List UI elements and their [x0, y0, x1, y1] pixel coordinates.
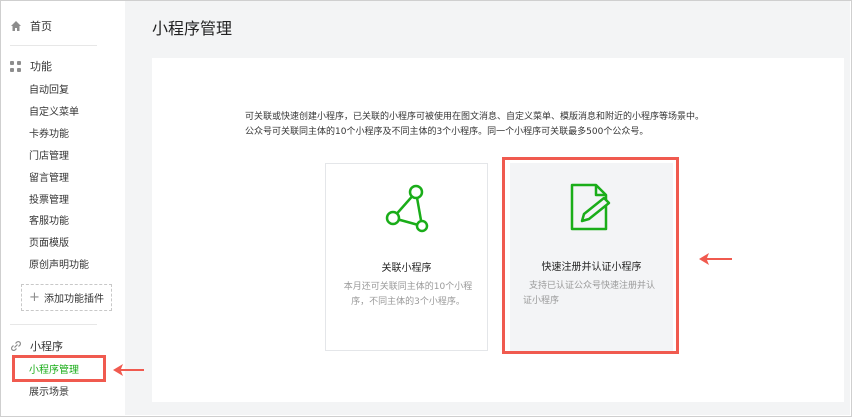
annotation-highlight-box	[12, 355, 106, 382]
sidebar-home-label: 首页	[30, 20, 52, 33]
page-title: 小程序管理	[152, 19, 233, 38]
card-description: 本月还可关联同主体的10个小程 序，不同主体的3个小程序。	[338, 280, 478, 310]
sidebar-section-label: 小程序	[30, 340, 63, 353]
description-line: 公众号可关联同主体的10个小程序及不同主体的3个小程序。同一个小程序可关联最多5…	[245, 127, 649, 137]
sidebar-section-miniprogram[interactable]: 小程序	[10, 337, 63, 355]
link-icon	[11, 341, 21, 351]
annotation-arrow-icon	[699, 253, 732, 265]
annotation-highlight-box	[502, 157, 679, 354]
add-plugin-button[interactable]: + 添加功能插件	[21, 284, 112, 311]
add-plugin-label: 添加功能插件	[43, 294, 104, 305]
sidebar-item-comments[interactable]: 留言管理	[29, 172, 69, 186]
sidebar-item-stores[interactable]: 门店管理	[29, 150, 69, 164]
card-title: 关联小程序	[381, 263, 432, 274]
grid-icon	[10, 60, 21, 72]
network-graph-icon	[385, 184, 429, 233]
sidebar-item-customer-service[interactable]: 客服功能	[29, 215, 69, 229]
sidebar-item-page-templates[interactable]: 页面模版	[29, 237, 69, 251]
card-description-line: 序，不同主体的3个小程序。	[351, 297, 465, 307]
sidebar-item-auto-reply[interactable]: 自动回复	[29, 84, 69, 98]
sidebar-item-votes[interactable]: 投票管理	[29, 194, 69, 208]
sidebar-divider	[10, 45, 97, 46]
sidebar-item-coupons[interactable]: 卡券功能	[29, 128, 69, 142]
sidebar-section-function[interactable]: 功能	[10, 57, 52, 75]
description-line: 可关联或快速创建小程序，已关联的小程序可被使用在图文消息、自定义菜单、模版消息和…	[245, 112, 705, 122]
sidebar-item-home[interactable]: 首页	[10, 17, 52, 35]
sidebar-item-custom-menu[interactable]: 自定义菜单	[29, 106, 79, 120]
page-description: 可关联或快速创建小程序，已关联的小程序可被使用在图文消息、自定义菜单、模版消息和…	[245, 110, 704, 140]
sidebar-section-label: 功能	[30, 60, 52, 73]
home-icon	[11, 21, 21, 31]
bind-miniprogram-card[interactable]: 关联小程序 本月还可关联同主体的10个小程 序，不同主体的3个小程序。	[325, 163, 488, 351]
sidebar-item-original-declaration[interactable]: 原创声明功能	[29, 259, 89, 273]
card-description-line: 本月还可关联同主体的10个小程	[343, 282, 473, 292]
annotation-arrow-icon	[113, 364, 144, 376]
plus-icon: +	[29, 290, 40, 305]
sidebar-item-display-scenes[interactable]: 展示场景	[29, 386, 69, 400]
sidebar-divider	[10, 324, 97, 325]
